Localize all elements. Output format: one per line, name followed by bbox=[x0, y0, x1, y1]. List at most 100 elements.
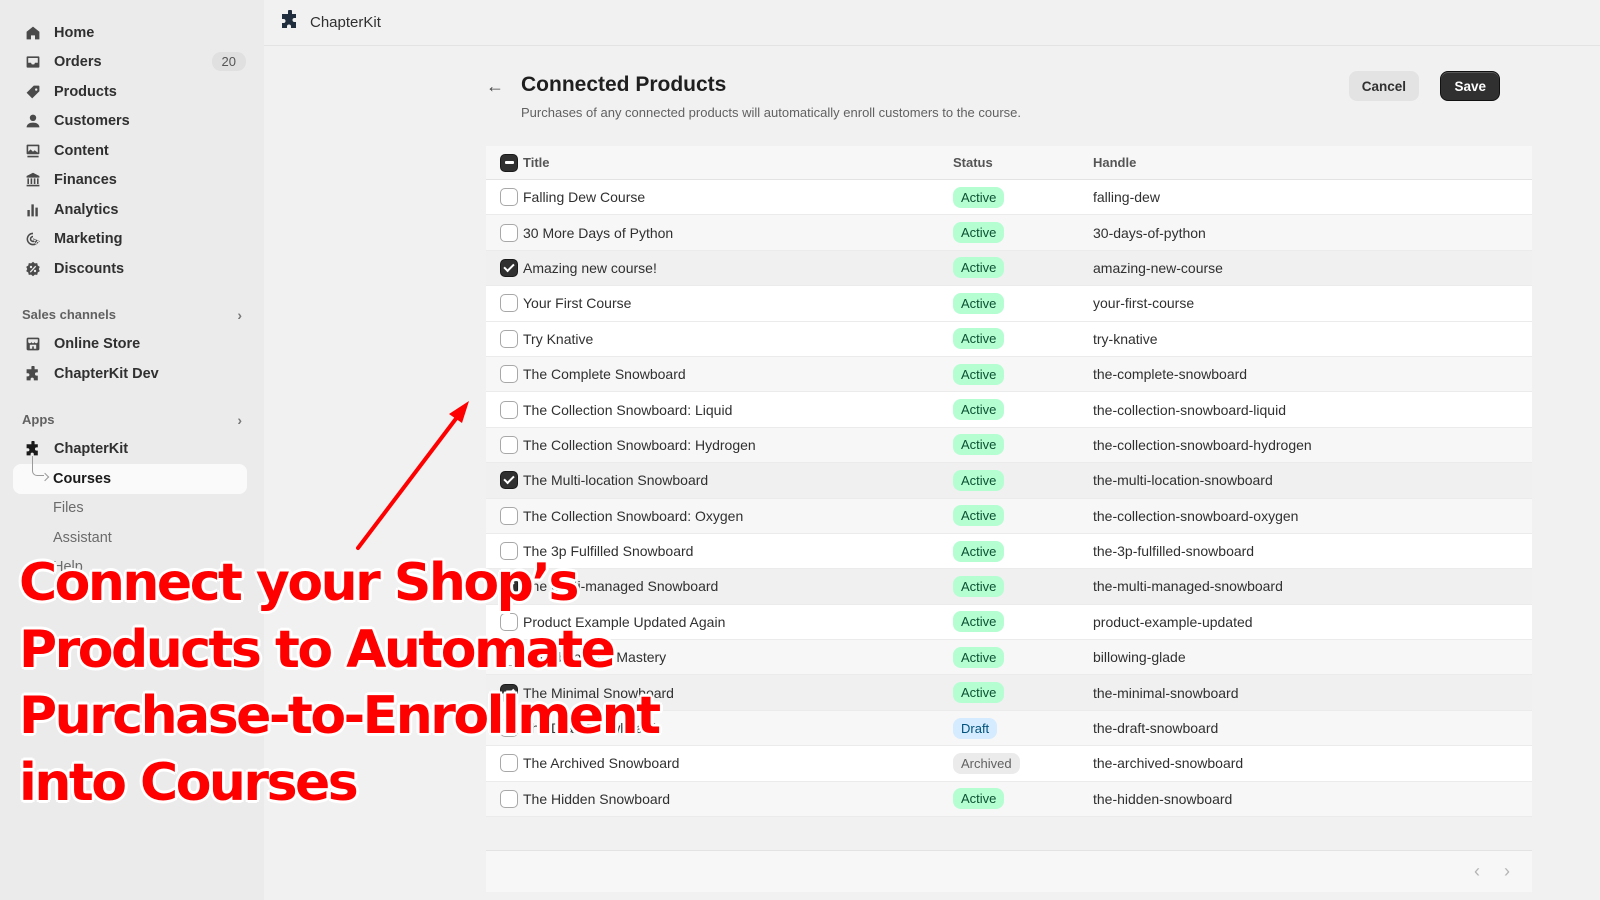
status-badge: Active bbox=[953, 505, 1005, 527]
sidebar-item-home[interactable]: Home bbox=[0, 18, 264, 48]
row-checkbox[interactable] bbox=[500, 223, 518, 242]
cancel-button[interactable]: Cancel bbox=[1348, 71, 1419, 101]
table-header: Title Status Handle bbox=[486, 146, 1532, 180]
row-checkbox[interactable] bbox=[500, 435, 518, 454]
main-nav: Home Orders 20 Products Customers Content Fina… bbox=[0, 18, 264, 284]
table-row[interactable]: 30 More Days of Python Active 30-days-of-p… bbox=[486, 215, 1532, 251]
product-title: 30 More Days of Python bbox=[523, 224, 674, 241]
sidebar-subitem-courses[interactable]: Courses bbox=[13, 456, 247, 494]
status-badge: Active bbox=[953, 682, 1005, 704]
table-row[interactable]: Your First Course Active your-first-course bbox=[486, 286, 1532, 322]
select-all-checkbox[interactable] bbox=[500, 153, 518, 172]
table-row[interactable]: Try Knative Active try-knative bbox=[486, 321, 1532, 357]
sales-channels-heading[interactable]: Sales channels › bbox=[0, 300, 264, 330]
apps-label: Apps bbox=[22, 412, 55, 427]
puzzle-icon bbox=[280, 9, 300, 35]
sidebar-item-label: Content bbox=[54, 142, 109, 159]
status-badge: Active bbox=[953, 646, 1005, 668]
row-checkbox[interactable] bbox=[500, 188, 518, 207]
product-handle: amazing-new-course bbox=[1093, 259, 1223, 276]
row-checkbox[interactable] bbox=[500, 294, 518, 313]
product-handle: the-minimal-snowboard bbox=[1093, 684, 1239, 701]
header-handle[interactable]: Handle bbox=[1093, 155, 1532, 170]
product-title: The Collection Snowboard: Hydrogen bbox=[523, 436, 756, 453]
sidebar-item-analytics[interactable]: Analytics bbox=[0, 195, 264, 225]
sidebar-item-content[interactable]: Content bbox=[0, 136, 264, 166]
sidebar-subitem-assistant[interactable]: Assistant bbox=[0, 523, 264, 553]
status-badge: Active bbox=[953, 788, 1005, 810]
product-title: Your First Course bbox=[523, 295, 632, 312]
status-badge: Active bbox=[953, 469, 1005, 491]
save-button[interactable]: Save bbox=[1440, 71, 1500, 101]
sidebar-item-chapterkit-dev[interactable]: ChapterKit Dev bbox=[0, 359, 264, 389]
sidebar-subitem-label: Assistant bbox=[53, 529, 112, 546]
sidebar-item-online-store[interactable]: Online Store bbox=[0, 330, 264, 360]
product-title: Amazing new course! bbox=[523, 259, 657, 276]
product-handle: the-collection-snowboard-hydrogen bbox=[1093, 436, 1312, 453]
status-badge: Active bbox=[953, 575, 1005, 597]
product-handle: falling-dew bbox=[1093, 189, 1160, 206]
status-badge: Active bbox=[953, 222, 1005, 244]
product-handle: try-knative bbox=[1093, 330, 1158, 347]
product-title: The Complete Snowboard bbox=[523, 366, 686, 383]
row-checkbox[interactable] bbox=[500, 258, 518, 277]
header-title[interactable]: Title bbox=[523, 155, 953, 170]
apps-heading[interactable]: Apps › bbox=[0, 405, 264, 435]
sidebar-item-orders[interactable]: Orders 20 bbox=[0, 48, 264, 78]
product-handle: the-3p-fulfilled-snowboard bbox=[1093, 543, 1255, 560]
row-checkbox[interactable] bbox=[500, 471, 518, 490]
row-checkbox[interactable] bbox=[500, 329, 518, 348]
orders-count-badge: 20 bbox=[211, 51, 246, 71]
sidebar-item-label: Marketing bbox=[54, 231, 123, 248]
sidebar-item-marketing[interactable]: Marketing bbox=[0, 225, 264, 255]
status-badge: Archived bbox=[953, 752, 1020, 774]
sidebar-item-products[interactable]: Products bbox=[0, 77, 264, 107]
sidebar-item-discounts[interactable]: Discounts bbox=[0, 254, 264, 284]
sidebar-item-finances[interactable]: Finances bbox=[0, 166, 264, 196]
sidebar-item-label: Finances bbox=[54, 172, 117, 189]
app-name: ChapterKit bbox=[310, 14, 381, 31]
discount-icon bbox=[24, 260, 42, 278]
status-badge: Active bbox=[953, 292, 1005, 314]
status-badge: Active bbox=[953, 186, 1005, 208]
tag-icon bbox=[24, 83, 42, 101]
table-row[interactable]: The Multi-location Snowboard Active the-mu… bbox=[486, 463, 1532, 499]
annotation-line: into Courses bbox=[19, 752, 359, 813]
product-handle: the-collection-snowboard-oxygen bbox=[1093, 507, 1299, 524]
table-row[interactable]: The Collection Snowboard: Liquid Active th… bbox=[486, 392, 1532, 428]
row-checkbox[interactable] bbox=[500, 506, 518, 525]
inbox-icon bbox=[24, 53, 42, 71]
header-status[interactable]: Status bbox=[953, 155, 1093, 170]
sidebar-item-label: Discounts bbox=[54, 260, 125, 277]
product-title: The Collection Snowboard: Liquid bbox=[523, 401, 733, 418]
chevron-right-icon: › bbox=[237, 306, 242, 323]
sidebar-item-label: Orders bbox=[54, 54, 102, 71]
back-arrow-icon[interactable]: ← bbox=[486, 76, 504, 97]
sidebar-subitem-files[interactable]: Files bbox=[0, 494, 264, 524]
status-badge: Active bbox=[953, 540, 1005, 562]
annotation-text: Connect your Shop’s Products to Automate P… bbox=[19, 550, 661, 816]
person-icon bbox=[24, 112, 42, 130]
table-row[interactable]: Amazing new course! Active amazing-new-cou… bbox=[486, 250, 1532, 287]
table-row[interactable]: The Collection Snowboard: Oxygen Active th… bbox=[486, 498, 1532, 534]
product-title: Try Knative bbox=[523, 330, 594, 347]
product-handle: the-hidden-snowboard bbox=[1093, 790, 1233, 807]
row-checkbox[interactable] bbox=[500, 400, 518, 419]
sidebar-item-customers[interactable]: Customers bbox=[0, 107, 264, 137]
top-bar: ChapterKit bbox=[264, 0, 1600, 46]
table-row[interactable]: The Complete Snowboard Active the-complete… bbox=[486, 356, 1532, 393]
row-checkbox[interactable] bbox=[500, 365, 518, 384]
product-handle: the-complete-snowboard bbox=[1093, 366, 1248, 383]
previous-page-button[interactable]: ‹ bbox=[1474, 861, 1480, 882]
table-row[interactable]: Falling Dew Course Active falling-dew bbox=[486, 180, 1532, 216]
sidebar-subitem-label: Files bbox=[53, 500, 84, 517]
table-row[interactable]: The Collection Snowboard: Hydrogen Active… bbox=[486, 427, 1532, 464]
next-page-button[interactable]: › bbox=[1504, 861, 1510, 882]
status-badge: Active bbox=[953, 363, 1005, 385]
annotation-line: Connect your Shop’s bbox=[19, 553, 579, 613]
store-icon bbox=[24, 335, 42, 353]
sidebar-item-label: Online Store bbox=[54, 336, 141, 353]
product-handle: the-draft-snowboard bbox=[1093, 720, 1219, 737]
product-handle: your-first-course bbox=[1093, 295, 1195, 312]
product-title: Falling Dew Course bbox=[523, 189, 646, 206]
